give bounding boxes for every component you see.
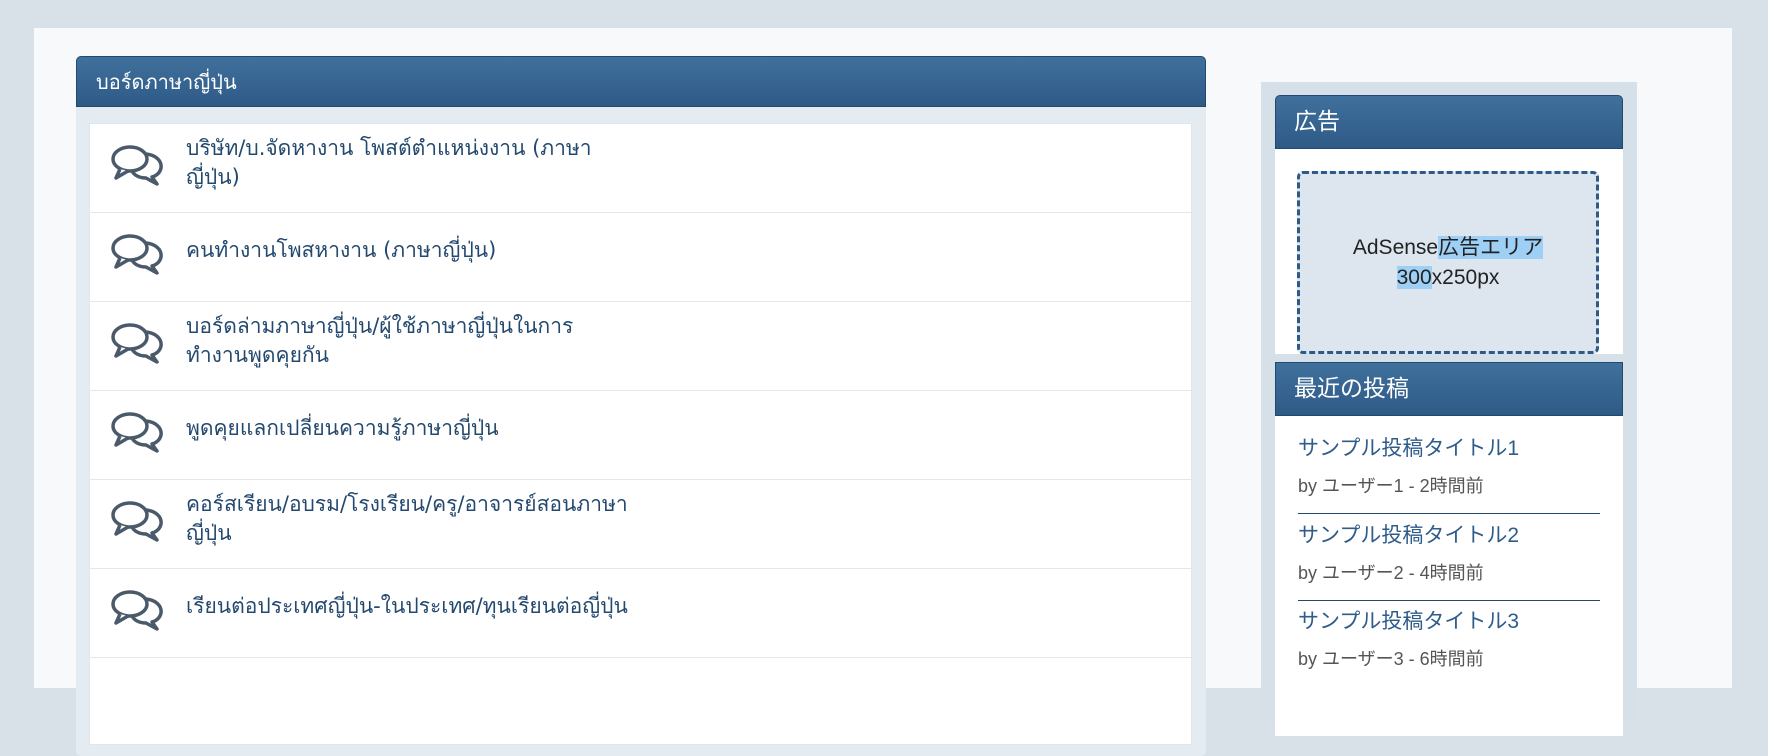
chat-bubbles-icon [111,234,163,275]
post-item[interactable]: サンプル投稿タイトル2 by ユーザー2 - 4時間前 [1298,521,1600,601]
forum-title-line[interactable]: คอร์สเรียน/อบรม/โรงเรียน/ครู/อาจารย์สอนภ… [186,490,686,519]
post-item[interactable]: サンプル投稿タイトル3 by ユーザー3 - 6時間前 [1298,607,1600,673]
ad-placeholder: AdSense広告エリア 300x250px [1297,171,1599,354]
post-title[interactable]: サンプル投稿タイトル2 [1298,521,1600,551]
ad-text-area: 広告エリア [1438,236,1544,259]
post-meta: by ユーザー2 - 4時間前 [1298,563,1484,583]
forum-title-line[interactable]: พูดคุยแลกเปลี่ยนความรู้ภาษาญี่ปุ่น [186,414,686,443]
ad-size-line: 300x250px [1300,263,1596,293]
forum-list: บริษัท/บ.จัดหางาน โพสต์ตำแหน่งงาน (ภาษา … [89,123,1192,745]
forum-item[interactable]: บริษัท/บ.จัดหางาน โพสต์ตำแหน่งงาน (ภาษา … [90,124,1191,213]
board-header: บอร์ดภาษาญี่ปุ่น [76,56,1206,107]
recent-posts-box: サンプル投稿タイトル1 by ユーザー1 - 2時間前 サンプル投稿タイトル2 … [1275,416,1623,736]
forum-title[interactable]: คนทำงานโพสหางาน (ภาษาญี่ปุ่น) [186,236,686,265]
forum-title[interactable]: พูดคุยแลกเปลี่ยนความรู้ภาษาญี่ปุ่น [186,414,686,443]
post-meta: by ユーザー3 - 6時間前 [1298,649,1484,669]
forum-title-line[interactable]: เรียนต่อประเทศญี่ปุ่น-ในประเทศ/ทุนเรียนต… [186,592,686,621]
board-panel: บอร์ดภาษาญี่ปุ่น บริษัท/บ.จัดหางาน โพสต์… [76,56,1206,756]
ad-box: AdSense広告エリア 300x250px [1275,149,1623,354]
forum-item[interactable]: คนทำงานโพสหางาน (ภาษาญี่ปุ่น) [90,213,1191,302]
post-meta: by ユーザー1 - 2時間前 [1298,476,1484,496]
forum-title-line[interactable]: บอร์ดล่ามภาษาญี่ปุ่น/ผู้ใช้ภาษาญี่ปุ่นใน… [186,312,686,341]
ad-size-rest: x250px [1431,266,1500,289]
board-title: บอร์ดภาษาญี่ปุ่น [96,70,237,94]
ad-size-width: 300 [1396,266,1432,289]
post-item[interactable]: サンプル投稿タイトル1 by ユーザー1 - 2時間前 [1298,434,1600,514]
post-divider [1298,513,1600,514]
forum-title-line[interactable]: ญี่ปุ่น) [186,163,686,192]
forum-title-line[interactable]: บริษัท/บ.จัดหางาน โพสต์ตำแหน่งงาน (ภาษา [186,134,686,163]
forum-item[interactable]: คอร์สเรียน/อบรม/โรงเรียน/ครู/อาจารย์สอนภ… [90,480,1191,569]
chat-bubbles-icon [111,323,163,364]
forum-item[interactable]: เรียนต่อประเทศญี่ปุ่น-ในประเทศ/ทุนเรียนต… [90,569,1191,658]
forum-title[interactable]: เรียนต่อประเทศญี่ปุ่น-ในประเทศ/ทุนเรียนต… [186,592,686,621]
forum-item[interactable]: พูดคุยแลกเปลี่ยนความรู้ภาษาญี่ปุ่น [90,391,1191,480]
forum-title[interactable]: บอร์ดล่ามภาษาญี่ปุ่น/ผู้ใช้ภาษาญี่ปุ่นใน… [186,312,686,370]
sidebar: 広告 AdSense広告エリア 300x250px 最近の投稿 サンプル投稿タイ… [1261,82,1637,736]
forum-title[interactable]: คอร์สเรียน/อบรม/โรงเรียน/ครู/อาจารย์สอนภ… [186,490,686,548]
forum-title[interactable]: บริษัท/บ.จัดหางาน โพสต์ตำแหน่งงาน (ภาษา … [186,134,686,192]
chat-bubbles-icon [111,590,163,631]
ad-title: 広告 [1294,109,1340,135]
forum-title-line[interactable]: ทำงานพูดคุยกัน [186,341,686,370]
post-title[interactable]: サンプル投稿タイトル3 [1298,607,1600,637]
chat-bubbles-icon [111,412,163,453]
ad-box-header: 広告 [1275,95,1623,149]
forum-title-line[interactable]: ญี่ปุ่น [186,519,686,548]
forum-item[interactable]: บอร์ดล่ามภาษาญี่ปุ่น/ผู้ใช้ภาษาญี่ปุ่นใน… [90,302,1191,391]
post-title[interactable]: サンプル投稿タイトル1 [1298,434,1600,464]
forum-title-line[interactable]: คนทำงานโพสหางาน (ภาษาญี่ปุ่น) [186,236,686,265]
recent-posts-title: 最近の投稿 [1294,376,1409,402]
chat-bubbles-icon [111,501,163,542]
ad-text-adsense: AdSense [1352,236,1439,259]
recent-posts-header: 最近の投稿 [1275,362,1623,416]
ad-text-line: AdSense広告エリア [1300,233,1596,263]
page-container: บอร์ดภาษาญี่ปุ่น บริษัท/บ.จัดหางาน โพสต์… [34,28,1732,756]
post-divider [1298,600,1600,601]
chat-bubbles-icon [111,145,163,186]
